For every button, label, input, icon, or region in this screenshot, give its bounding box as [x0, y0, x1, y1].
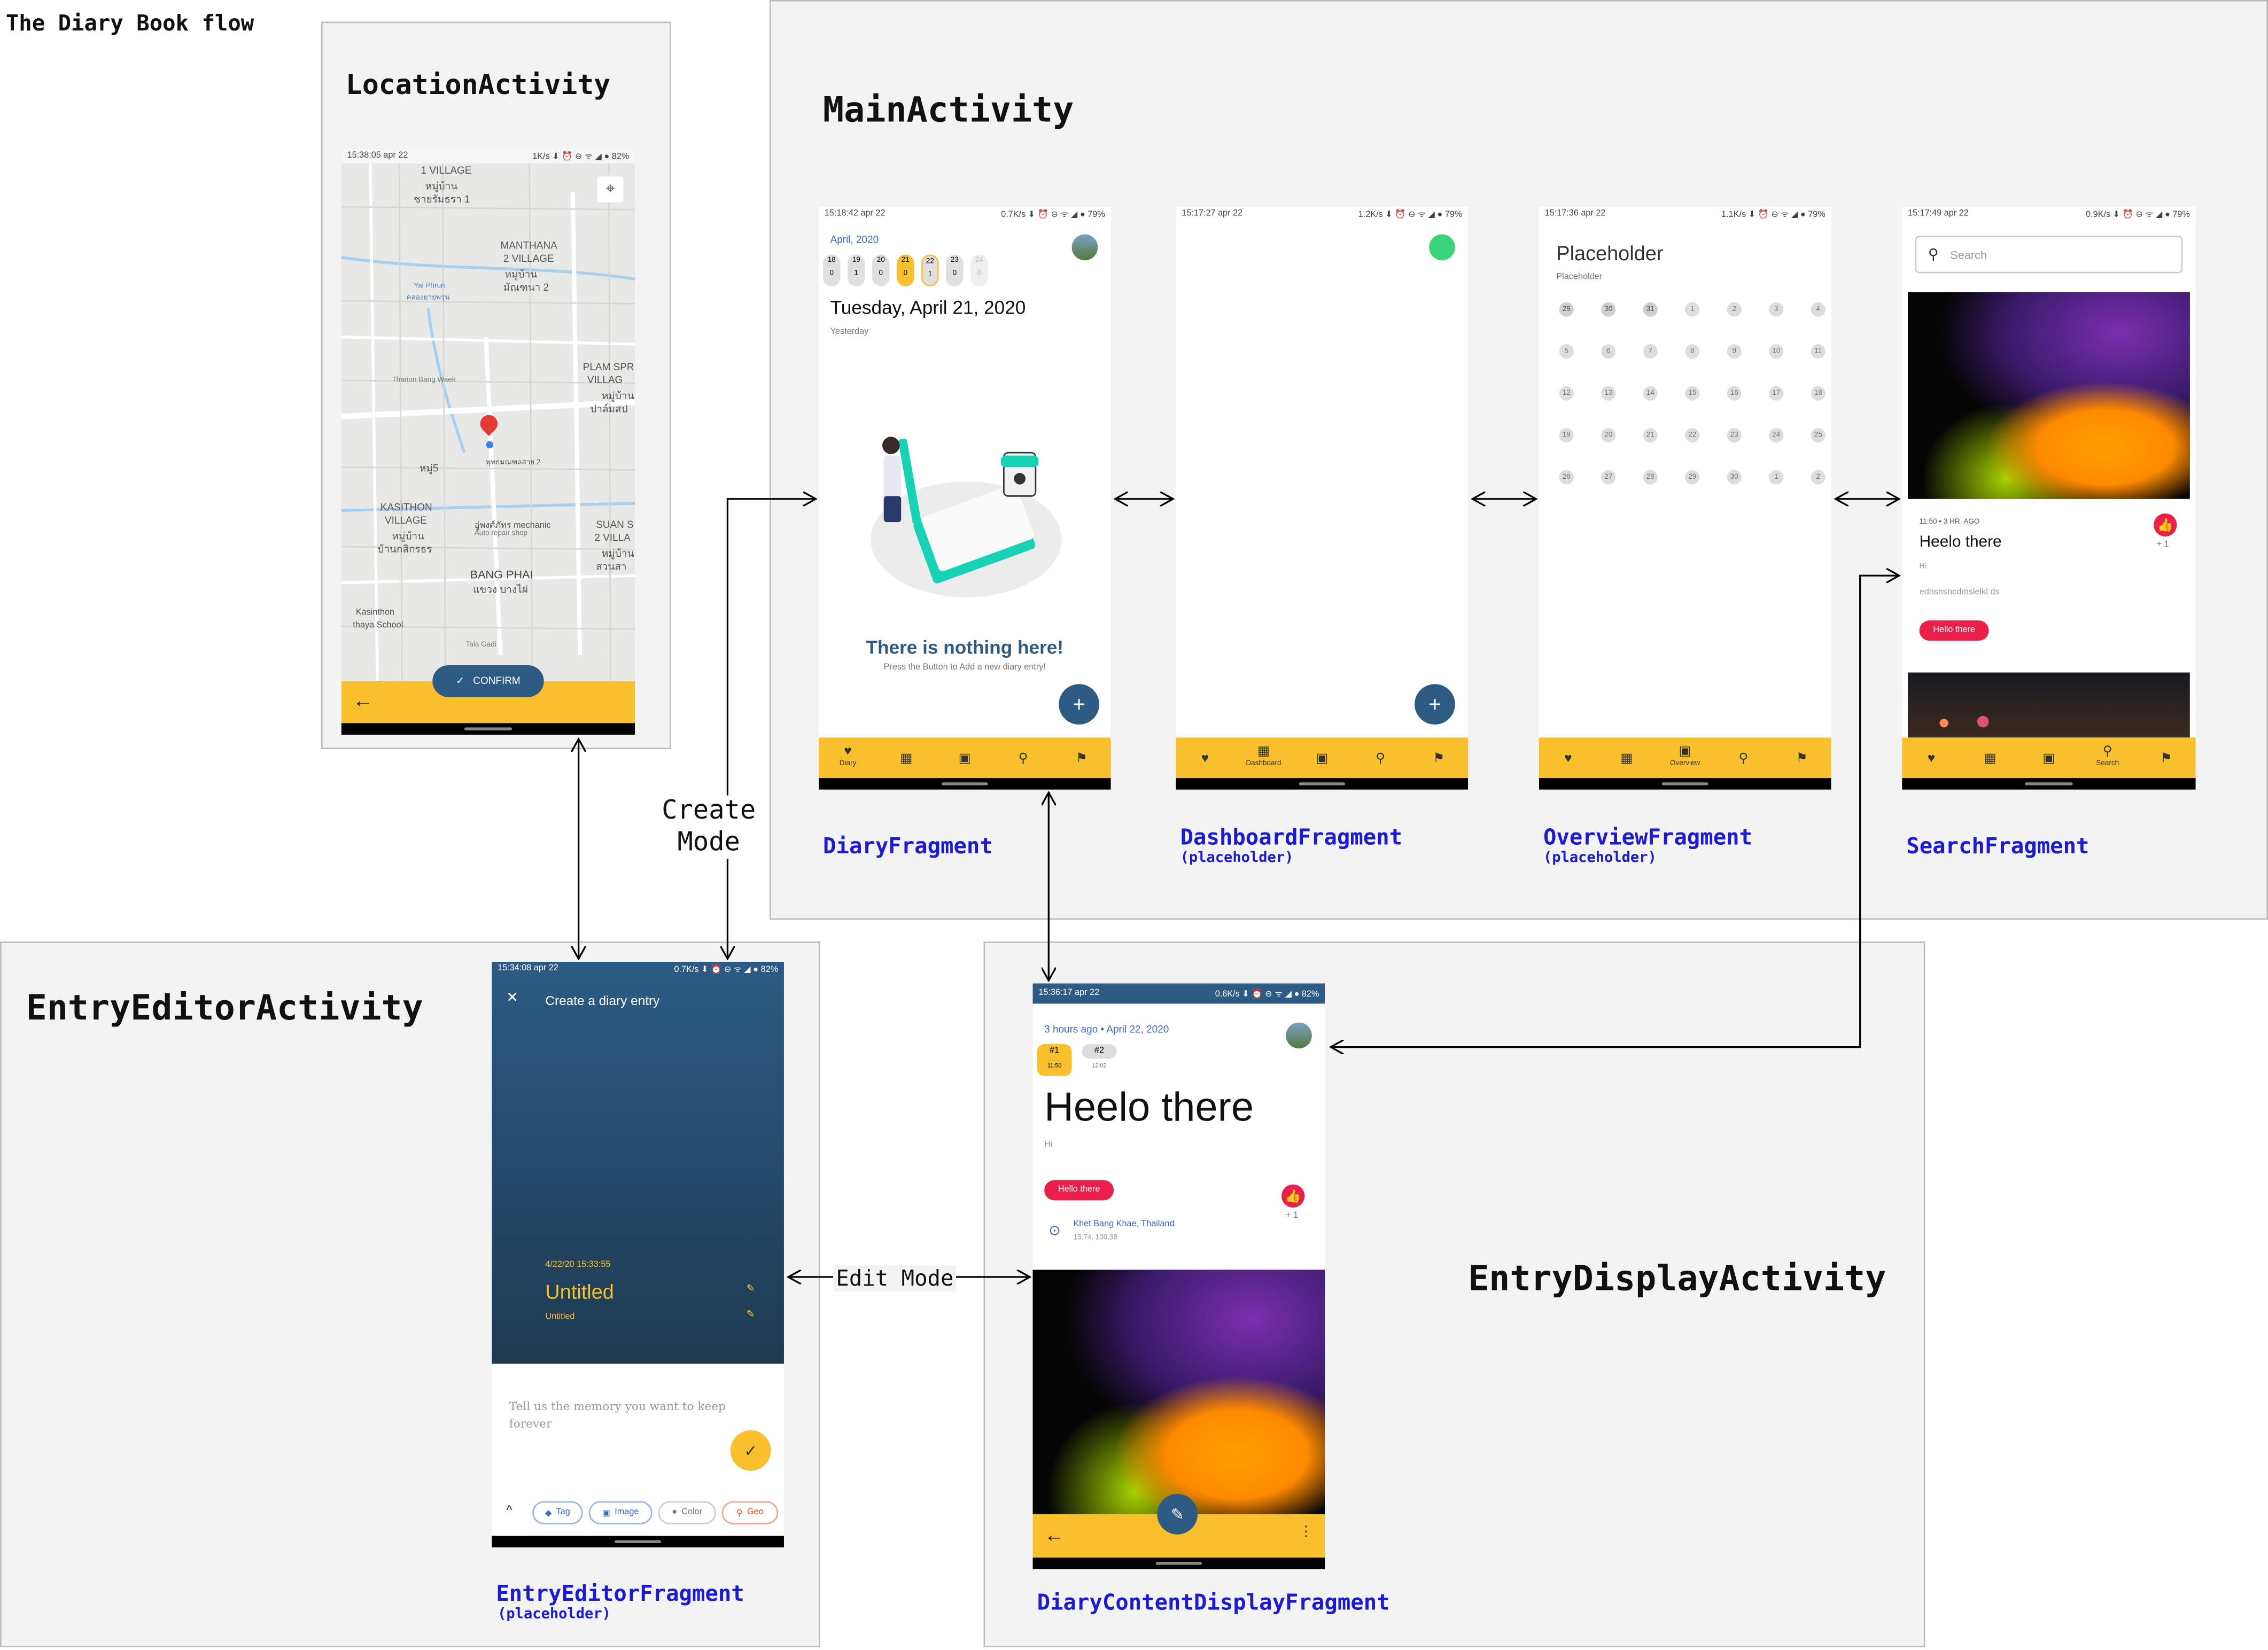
flow-arrows — [0, 0, 2268, 1650]
flow-diagram: The Diary Book flow LocationActivity Mai… — [0, 0, 2268, 1650]
check-icon: ✓ — [456, 676, 465, 687]
confirm-button[interactable]: ✓ CONFIRM — [432, 665, 544, 697]
create-mode-label: Create Mode — [654, 795, 764, 859]
create-mode-arrow — [727, 499, 815, 959]
search-display-arrow — [1331, 575, 1899, 1047]
edit-mode-label: Edit Mode — [833, 1265, 957, 1291]
